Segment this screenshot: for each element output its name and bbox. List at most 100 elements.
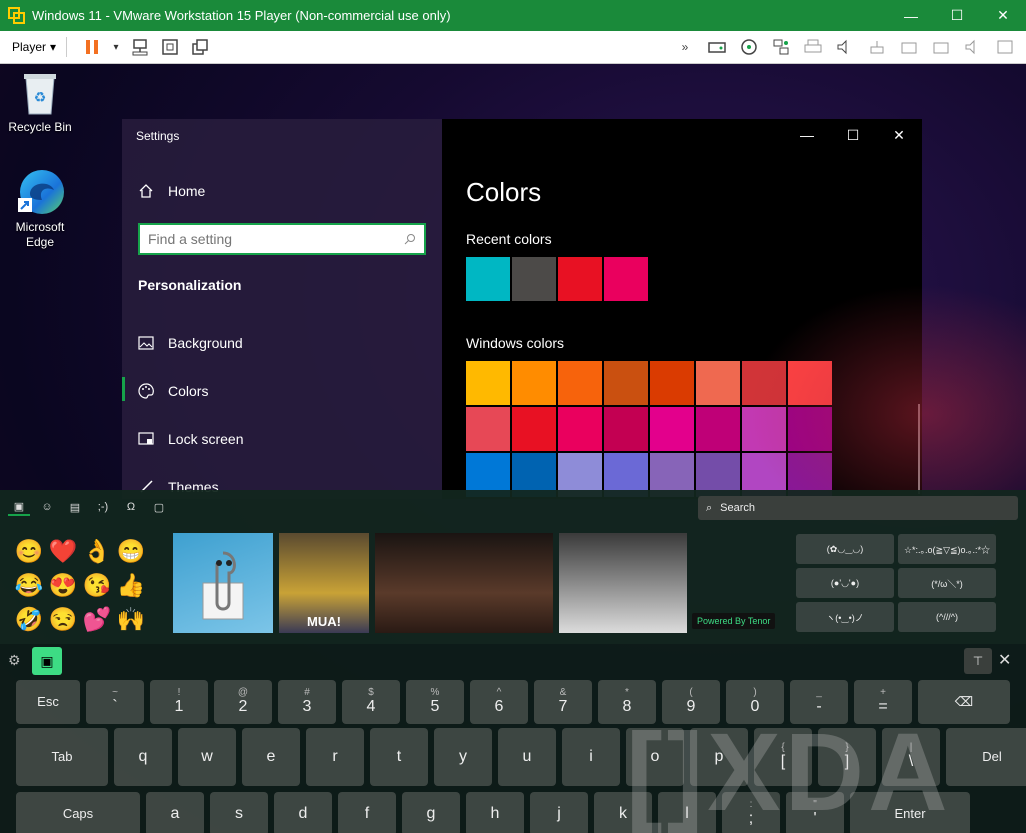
settings-scrollbar[interactable] xyxy=(918,404,920,494)
emoji-item[interactable]: 🙌 xyxy=(114,602,148,636)
gif-audience[interactable] xyxy=(375,533,553,633)
kaomoji-item[interactable]: (^///^) xyxy=(898,602,996,632)
emoji-item[interactable]: 😍 xyxy=(46,568,80,602)
recent-color-swatch[interactable] xyxy=(558,257,602,301)
panel-search-box[interactable]: ⌕ Search xyxy=(698,496,1018,520)
key-char[interactable]: t xyxy=(370,728,428,786)
send-ctrl-alt-del-button[interactable] xyxy=(129,36,151,58)
windows-color-swatch[interactable] xyxy=(650,407,694,451)
windows-color-swatch[interactable] xyxy=(604,407,648,451)
key-caps[interactable]: Caps xyxy=(16,792,140,833)
kaomoji-item[interactable]: (✿◡‿◡) xyxy=(796,534,894,564)
recent-color-swatch[interactable] xyxy=(512,257,556,301)
sound-card-icon[interactable] xyxy=(834,36,856,58)
settings-search-box[interactable] xyxy=(138,223,426,255)
key-char[interactable]: @2 xyxy=(214,680,272,724)
minimize-button[interactable]: — xyxy=(888,0,934,31)
windows-color-swatch[interactable] xyxy=(788,361,832,405)
nav-background[interactable]: Background xyxy=(138,335,243,351)
key-del[interactable]: Del xyxy=(946,728,1026,786)
key-char[interactable]: u xyxy=(498,728,556,786)
unity-button[interactable] xyxy=(189,36,211,58)
nav-home[interactable]: Home xyxy=(138,183,205,199)
emoji-item[interactable]: 💕 xyxy=(80,602,114,636)
emoji-item[interactable]: 😊 xyxy=(12,534,46,568)
key-tab[interactable]: Tab xyxy=(16,728,108,786)
cd-dvd-icon[interactable] xyxy=(738,36,760,58)
emoji-item[interactable]: 🤣 xyxy=(12,602,46,636)
printer-icon[interactable] xyxy=(802,36,824,58)
nav-colors[interactable]: Colors xyxy=(138,383,208,399)
clipboard-history-tab-icon[interactable]: ▢ xyxy=(148,498,170,516)
key-esc[interactable]: Esc xyxy=(16,680,80,724)
windows-color-swatch[interactable] xyxy=(466,361,510,405)
settings-maximize-button[interactable]: ☐ xyxy=(830,119,876,151)
kaomoji-item[interactable]: ☆*:.｡.o(≧▽≦)o.｡.:*☆ xyxy=(898,534,996,564)
emoji-mode-button[interactable]: ▣ xyxy=(32,647,62,675)
recent-color-swatch[interactable] xyxy=(466,257,510,301)
windows-color-swatch[interactable] xyxy=(512,361,556,405)
key-char[interactable]: $4 xyxy=(342,680,400,724)
hard-disk-icon[interactable] xyxy=(706,36,728,58)
key-char[interactable]: f xyxy=(338,792,396,833)
emoji-item[interactable]: 😂 xyxy=(12,568,46,602)
settings-search-input[interactable] xyxy=(148,231,404,247)
emoji-item[interactable]: 👌 xyxy=(80,534,114,568)
kaomoji-item[interactable]: ヽ(•‿•)ノ xyxy=(796,602,894,632)
message-log-icon[interactable] xyxy=(994,36,1016,58)
windows-color-swatch[interactable] xyxy=(604,361,648,405)
speaker-icon[interactable] xyxy=(962,36,984,58)
windows-color-swatch[interactable] xyxy=(558,407,602,451)
key-char[interactable]: ! 1 xyxy=(150,680,208,724)
symbols-tab-icon[interactable]: Ω xyxy=(120,498,142,516)
kaomoji-item[interactable]: (●'◡'●) xyxy=(796,568,894,598)
recent-color-swatch[interactable] xyxy=(604,257,648,301)
kaomoji-item[interactable]: (*/ω＼*) xyxy=(898,568,996,598)
key-char[interactable]: h xyxy=(466,792,524,833)
windows-color-swatch[interactable] xyxy=(788,407,832,451)
edge-shortcut[interactable]: Microsoft Edge xyxy=(0,168,80,250)
key-char[interactable]: d xyxy=(274,792,332,833)
windows-color-swatch[interactable] xyxy=(466,407,510,451)
windows-color-swatch[interactable] xyxy=(650,361,694,405)
emoji-tab-icon[interactable]: ☺ xyxy=(36,498,58,516)
expand-devices-icon[interactable]: » xyxy=(674,36,696,58)
windows-color-swatch[interactable] xyxy=(696,407,740,451)
pause-button[interactable] xyxy=(81,36,103,58)
settings-close-button[interactable]: ✕ xyxy=(876,119,922,151)
gif-clippy[interactable] xyxy=(173,533,273,633)
key-char[interactable]: s xyxy=(210,792,268,833)
fit-guest-button[interactable] xyxy=(159,36,181,58)
key-char[interactable]: w xyxy=(178,728,236,786)
key-char[interactable]: a xyxy=(146,792,204,833)
key-char[interactable]: #3 xyxy=(278,680,336,724)
emoji-item[interactable]: 😒 xyxy=(46,602,80,636)
key-char[interactable]: y xyxy=(434,728,492,786)
key-char[interactable]: % 5 xyxy=(406,680,464,724)
key-char[interactable]: g xyxy=(402,792,460,833)
windows-color-swatch[interactable] xyxy=(558,361,602,405)
usb-device-3-icon[interactable] xyxy=(930,36,952,58)
usb-device-2-icon[interactable] xyxy=(898,36,920,58)
clipboard-tab-icon[interactable]: ▣ xyxy=(8,498,30,516)
key-char[interactable]: q xyxy=(114,728,172,786)
key-char[interactable]: ^ 6 xyxy=(470,680,528,724)
gif-tab-icon[interactable]: ▤ xyxy=(64,498,86,516)
gif-excited-man[interactable] xyxy=(559,533,687,633)
windows-color-swatch[interactable] xyxy=(742,361,786,405)
tenor-attribution[interactable]: Powered By Tenor xyxy=(692,613,776,629)
keyboard-dock-icon[interactable]: ⊤ xyxy=(964,648,992,674)
emoji-item[interactable]: 😁 xyxy=(114,534,148,568)
keyboard-close-icon[interactable]: ✕ xyxy=(998,650,1011,670)
emoji-item[interactable]: 😘 xyxy=(80,568,114,602)
windows-color-swatch[interactable] xyxy=(742,407,786,451)
kaomoji-tab-icon[interactable]: ;-) xyxy=(92,498,114,516)
key-char[interactable]: r xyxy=(306,728,364,786)
recycle-bin-shortcut[interactable]: ♻ Recycle Bin xyxy=(0,72,80,135)
key-char[interactable]: ~ ` xyxy=(86,680,144,724)
key-char[interactable]: j xyxy=(530,792,588,833)
windows-color-swatch[interactable] xyxy=(512,407,556,451)
usb-device-icon[interactable] xyxy=(866,36,888,58)
maximize-button[interactable]: ☐ xyxy=(934,0,980,31)
network-adapter-icon[interactable] xyxy=(770,36,792,58)
